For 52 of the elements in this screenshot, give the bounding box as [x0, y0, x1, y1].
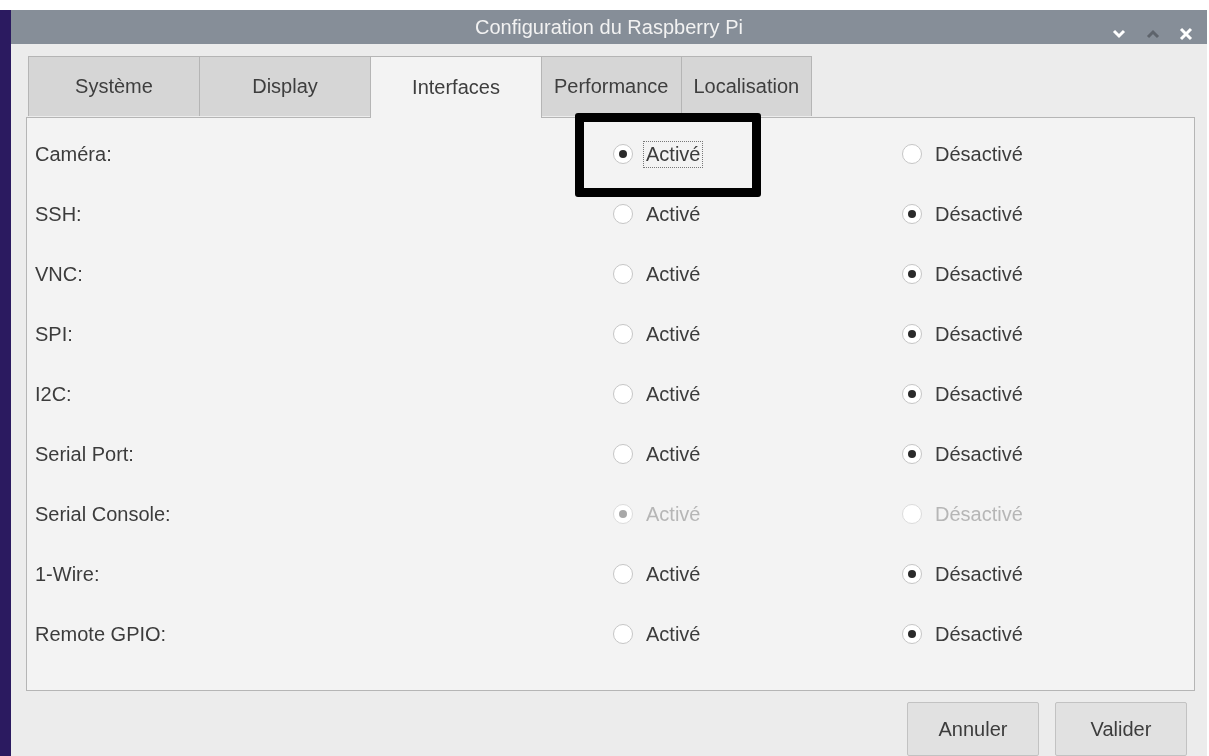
option-label[interactable]: Activé	[643, 320, 704, 348]
setting-label: Remote GPIO:	[35, 622, 168, 646]
radio-button[interactable]	[613, 144, 633, 164]
setting-label: VNC:	[35, 262, 84, 286]
radio-button[interactable]	[902, 264, 922, 284]
option-label[interactable]: Activé	[643, 140, 704, 168]
radio-button[interactable]	[613, 384, 633, 404]
tab[interactable]: Interfaces	[370, 56, 542, 118]
minimize-icon[interactable]	[1111, 28, 1127, 40]
radio-button[interactable]	[613, 444, 633, 464]
radio-button[interactable]	[902, 204, 922, 224]
tab[interactable]: Display	[199, 56, 371, 116]
tab[interactable]: Localisation	[680, 56, 813, 116]
radio-button[interactable]	[902, 624, 922, 644]
radio-button[interactable]	[613, 564, 633, 584]
setting-label: Caméra:	[35, 142, 113, 166]
setting-label: I2C:	[35, 382, 73, 406]
option-label[interactable]: Désactivé	[932, 560, 1026, 588]
option-label[interactable]: Activé	[643, 260, 704, 288]
option-label[interactable]: Activé	[643, 440, 704, 468]
window-title: Configuration du Raspberry Pi	[475, 15, 743, 39]
radio-button[interactable]	[902, 324, 922, 344]
option-label[interactable]: Désactivé	[932, 620, 1026, 648]
radio-button[interactable]	[902, 384, 922, 404]
radio-button[interactable]	[902, 144, 922, 164]
radio-button[interactable]	[902, 444, 922, 464]
option-label[interactable]: Désactivé	[932, 320, 1026, 348]
option-label[interactable]: Désactivé	[932, 440, 1026, 468]
setting-label: 1-Wire:	[35, 562, 101, 586]
radio-button[interactable]	[613, 204, 633, 224]
setting-label: Serial Port:	[35, 442, 135, 466]
setting-label: SSH:	[35, 202, 83, 226]
radio-button[interactable]	[902, 564, 922, 584]
radio-button[interactable]	[613, 264, 633, 284]
option-label[interactable]: Désactivé	[932, 260, 1026, 288]
close-icon[interactable]	[1179, 27, 1193, 41]
radio-button[interactable]	[613, 324, 633, 344]
setting-label: SPI:	[35, 322, 74, 346]
maximize-icon[interactable]	[1145, 28, 1161, 40]
option-label[interactable]: Désactivé	[932, 140, 1026, 168]
option-label[interactable]: Activé	[643, 620, 704, 648]
tab[interactable]: Performance	[541, 56, 682, 116]
dialog-button[interactable]: Annuler	[907, 702, 1039, 756]
option-label[interactable]: Désactivé	[932, 380, 1026, 408]
setting-label: Serial Console:	[35, 502, 172, 526]
option-label[interactable]: Activé	[643, 200, 704, 228]
radio-button[interactable]	[613, 624, 633, 644]
option-label[interactable]: Activé	[643, 560, 704, 588]
option-label[interactable]: Activé	[643, 380, 704, 408]
option-label[interactable]: Désactivé	[932, 200, 1026, 228]
dialog-button[interactable]: Valider	[1055, 702, 1187, 756]
tab[interactable]: Système	[28, 56, 200, 116]
